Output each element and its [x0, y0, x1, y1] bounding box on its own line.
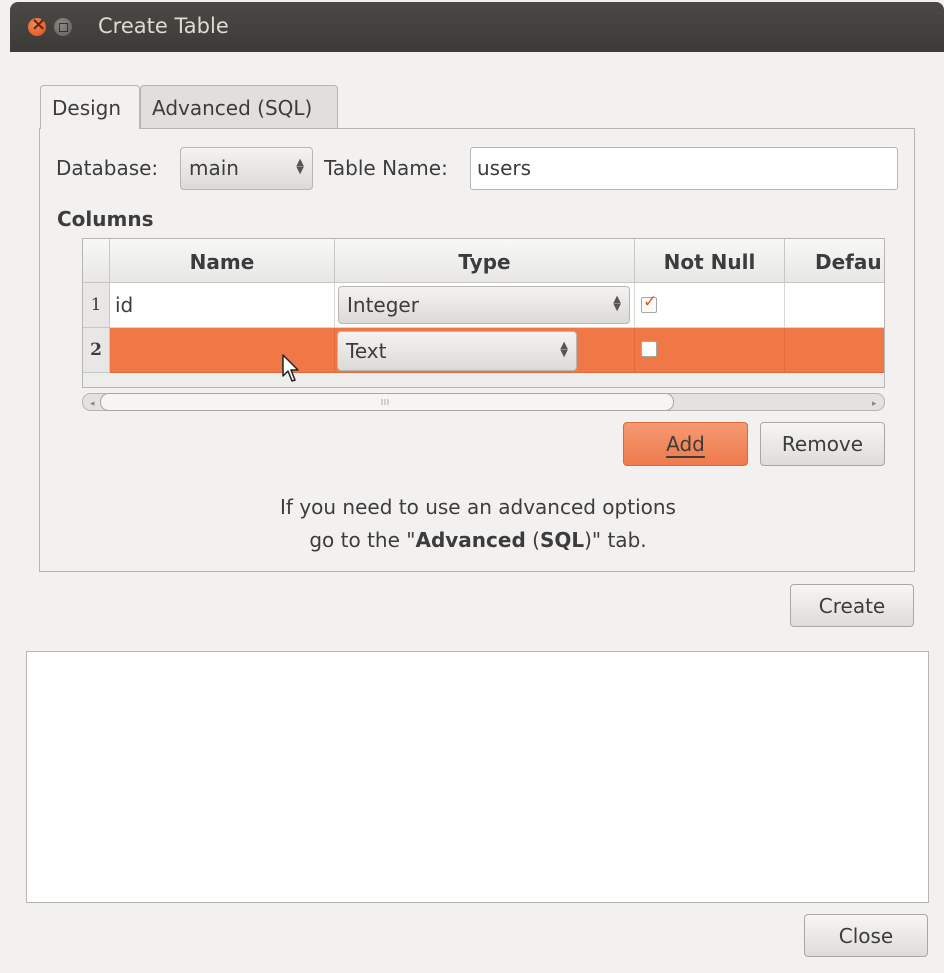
- cell-default[interactable]: [785, 283, 884, 328]
- window-titlebar: Create Table: [10, 2, 944, 52]
- cell-not-null[interactable]: [635, 283, 785, 328]
- type-select[interactable]: Integer ▲ ▼: [338, 286, 630, 324]
- svg-text:▸: ▸: [872, 399, 877, 409]
- info-text-line2: go to the "Advanced (SQL)" tab.: [309, 528, 647, 552]
- horizontal-scrollbar[interactable]: ◂ ▸: [82, 392, 885, 412]
- corner-header: [83, 239, 110, 283]
- tab-design[interactable]: Design: [40, 85, 140, 129]
- svg-text:◂: ◂: [90, 399, 95, 409]
- cell-default[interactable]: [785, 328, 884, 373]
- cell-not-null[interactable]: [635, 328, 785, 373]
- create-button[interactable]: Create: [790, 584, 914, 627]
- window-title: Create Table: [98, 14, 229, 38]
- row-number: 2: [83, 328, 110, 373]
- not-null-checkbox[interactable]: [641, 341, 657, 357]
- cell-name[interactable]: id: [110, 283, 335, 328]
- columns-label: Columns: [57, 207, 154, 231]
- database-label: Database:: [56, 156, 159, 180]
- mouse-cursor-icon: [282, 354, 299, 382]
- header-default[interactable]: Defau: [785, 239, 884, 283]
- info-text-line1: If you need to use an advanced options: [280, 495, 676, 519]
- columns-table: Name Type Not Null Defau 1 id Integer ▲ ▼…: [82, 238, 885, 388]
- output-textarea[interactable]: [26, 651, 929, 903]
- header-type[interactable]: Type: [335, 239, 635, 283]
- maximize-window-icon[interactable]: [54, 18, 72, 36]
- close-button[interactable]: Close: [804, 914, 928, 957]
- table-name-label: Table Name:: [324, 156, 448, 180]
- database-select[interactable]: main ▲ ▼: [180, 147, 313, 190]
- cell-type[interactable]: Integer ▲ ▼: [335, 283, 635, 328]
- remove-button[interactable]: Remove: [760, 422, 885, 466]
- spin-arrows-icon: ▲ ▼: [613, 294, 621, 313]
- not-null-checkbox[interactable]: [641, 292, 657, 313]
- close-window-icon[interactable]: [28, 14, 46, 36]
- cell-type[interactable]: Text ▲ ▼: [335, 328, 635, 373]
- header-name[interactable]: Name: [110, 239, 335, 283]
- spin-arrows-icon: ▲ ▼: [296, 157, 304, 176]
- pane-splitter-grip[interactable]: [470, 640, 482, 659]
- add-button[interactable]: Add: [623, 422, 748, 466]
- header-not-null[interactable]: Not Null: [635, 239, 785, 283]
- table-name-input[interactable]: users: [470, 147, 898, 190]
- tab-advanced-sql[interactable]: Advanced (SQL): [140, 85, 338, 129]
- row-number: 1: [83, 283, 110, 328]
- type-select[interactable]: Text ▲ ▼: [337, 331, 577, 371]
- spin-arrows-icon: ▲ ▼: [560, 340, 568, 359]
